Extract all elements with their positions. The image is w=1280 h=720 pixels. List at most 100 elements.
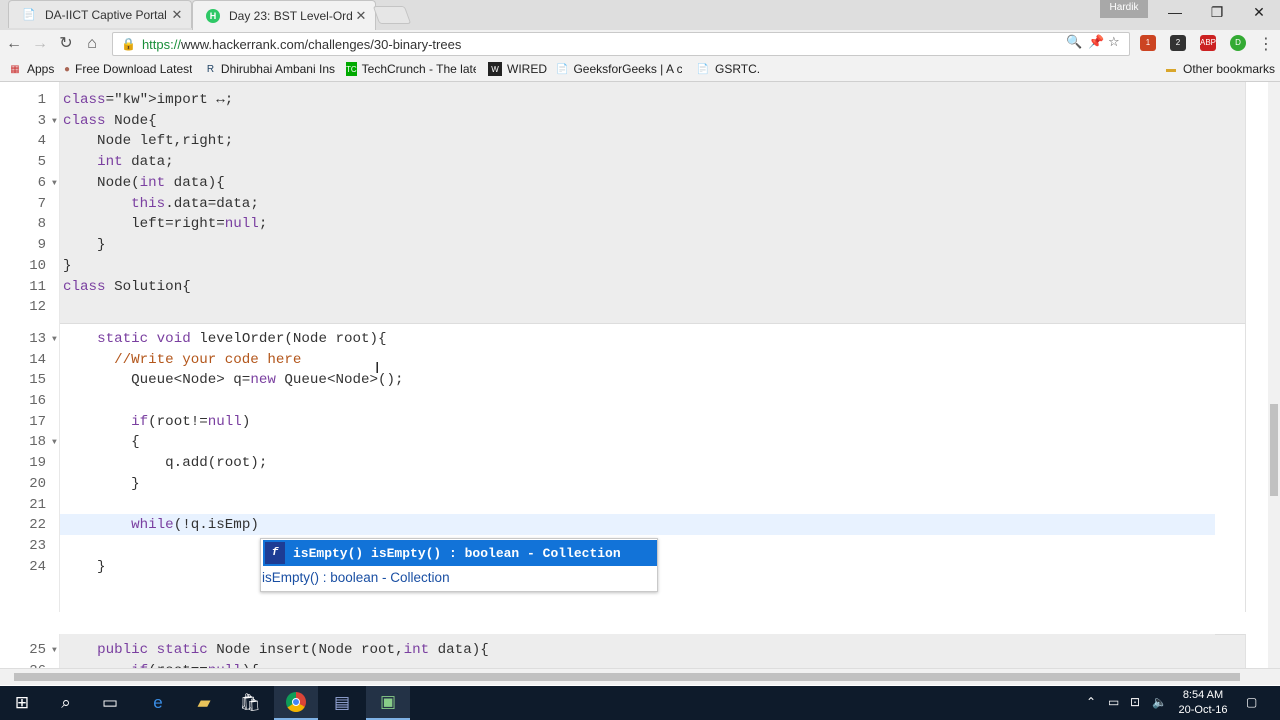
code-text: this.data=data;: [131, 196, 259, 212]
code-line[interactable]: 15 Queue<Node> q=new Queue<Node>();: [0, 370, 1200, 391]
code-line[interactable]: 14 //Write your code here: [0, 350, 1200, 371]
extension-icon[interactable]: 2: [1170, 35, 1186, 51]
reload-icon[interactable]: ↻: [56, 34, 76, 54]
fold-arrow-icon[interactable]: ▼: [52, 329, 57, 350]
fold-arrow-icon[interactable]: ▼: [52, 173, 57, 194]
new-tab-button[interactable]: [372, 6, 412, 24]
store-icon[interactable]: 🛍: [228, 686, 272, 720]
folder-icon: ▬: [1166, 63, 1176, 75]
code-line[interactable]: 4 Node left,right;: [0, 131, 1200, 152]
code-text: q.add(root);: [63, 455, 268, 471]
edge-icon[interactable]: e: [136, 686, 180, 720]
line-number: 5: [37, 154, 46, 170]
tab-captive-portal[interactable]: 📄 DA-IICT Captive Portal ✕: [8, 0, 192, 28]
code-line[interactable]: 13 ▼ static void levelOrder(Node root){: [0, 329, 1200, 350]
wired-icon: W: [488, 62, 502, 76]
bookmark-item[interactable]: TC TechCrunch - The late: [346, 62, 476, 76]
chrome-icon[interactable]: [274, 686, 318, 720]
bookmark-item[interactable]: W WIRED: [488, 62, 547, 76]
fold-arrow-icon[interactable]: ▼: [52, 640, 57, 661]
code-line[interactable]: 3 ▼ class Node{: [0, 111, 1200, 132]
address-bar[interactable]: 🔒 https://www.hackerrank.com/challenges/…: [112, 32, 1130, 56]
vertical-scrollbar[interactable]: [1268, 82, 1280, 668]
network-icon[interactable]: ⊡: [1130, 695, 1140, 709]
code-line[interactable]: 11 class Solution{: [0, 277, 1200, 298]
adblock-icon[interactable]: ABP: [1200, 35, 1216, 51]
code-line[interactable]: 10}: [0, 256, 1200, 277]
close-icon[interactable]: ✕: [353, 8, 369, 24]
fold-arrow-icon[interactable]: ▼: [52, 111, 57, 132]
windows-start-icon[interactable]: ⊞: [0, 686, 44, 720]
tab-bst-level-order[interactable]: H Day 23: BST Level-Order ✕: [192, 0, 376, 30]
code-line[interactable]: 8 left=right=null;: [0, 214, 1200, 235]
autocomplete-popup[interactable]: f isEmpty() isEmpty() : boolean - Collec…: [260, 538, 658, 592]
code-text: class="kw">import ↔;: [63, 92, 234, 108]
page-icon: 📄: [696, 63, 710, 75]
text-cursor-icon: I: [375, 360, 380, 377]
volume-icon[interactable]: 🔈: [1152, 695, 1167, 709]
extension-icon[interactable]: 1: [1140, 35, 1156, 51]
code-line[interactable]: 20 }: [0, 474, 1200, 495]
bookmark-item[interactable]: 📄 GeeksforGeeks | A co: [556, 62, 682, 76]
line-number: 25: [29, 642, 46, 658]
bookmark-item[interactable]: 📄 GSRTC.: [696, 62, 760, 76]
home-icon[interactable]: ⌂: [82, 34, 102, 54]
line-number: 18: [29, 434, 46, 450]
battery-icon[interactable]: ▭: [1108, 695, 1119, 709]
menu-icon[interactable]: ⋮: [1258, 34, 1274, 54]
minimize-icon[interactable]: —: [1160, 4, 1190, 24]
extension-icon[interactable]: D: [1230, 35, 1246, 51]
autocomplete-item[interactable]: f isEmpty() isEmpty() : boolean - Collec…: [263, 540, 657, 566]
bookmark-item[interactable]: ● Free Download Latest: [64, 62, 192, 76]
code-text: }: [63, 258, 72, 274]
profile-button[interactable]: Hardik: [1100, 0, 1148, 18]
code-line[interactable]: 25 ▼ public static Node insert(Node root,…: [0, 640, 1200, 661]
chevron-up-icon[interactable]: ⌃: [1086, 695, 1096, 709]
notepad-icon[interactable]: ▤: [320, 686, 364, 720]
code-line[interactable]: 9 }: [0, 235, 1200, 256]
back-icon[interactable]: ←: [4, 34, 24, 54]
code-line[interactable]: 19 q.add(root);: [0, 453, 1200, 474]
clock[interactable]: 8:54 AM 20-Oct-16: [1172, 688, 1234, 718]
scroll-thumb[interactable]: [1270, 404, 1278, 496]
close-window-icon[interactable]: ✕: [1244, 4, 1274, 24]
task-view-icon[interactable]: ▭: [88, 686, 132, 720]
fold-arrow-icon[interactable]: ▼: [52, 432, 57, 453]
camtasia-icon[interactable]: ▣: [366, 686, 410, 720]
bookmark-other[interactable]: ▬ Other bookmarks: [1164, 62, 1275, 76]
bookmark-item[interactable]: R Dhirubhai Ambani Ins: [205, 62, 335, 76]
code-text: //Write your code here: [63, 352, 302, 368]
tab-title: DA-IICT Captive Portal: [45, 7, 167, 22]
zoom-icon[interactable]: 🔍: [1066, 34, 1082, 50]
code-line[interactable]: 5 int data;: [0, 152, 1200, 173]
forward-icon[interactable]: →: [30, 34, 50, 54]
notification-icon[interactable]: ▢: [1246, 695, 1257, 709]
code-text: }: [63, 237, 106, 253]
bookmark-apps[interactable]: ▦ Apps: [8, 62, 54, 76]
code-line[interactable]: 7 this.data=data;: [0, 194, 1200, 215]
code-line[interactable]: 22 while(!q.isEmp): [0, 515, 1200, 536]
code-line[interactable]: 21: [0, 495, 1200, 516]
horizontal-scrollbar[interactable]: [0, 668, 1280, 685]
line-number: 14: [29, 352, 46, 368]
code-line[interactable]: 1 class="kw">import ↔;: [0, 90, 1200, 111]
browser-toolbar: ← → ↻ ⌂ 🔒 https://www.hackerrank.com/cha…: [0, 30, 1280, 58]
pin-icon[interactable]: 📌: [1088, 34, 1104, 50]
line-number: 9: [37, 237, 46, 253]
autocomplete-description: isEmpty() : boolean - Collection: [262, 570, 450, 585]
page-icon: 📄: [22, 9, 36, 21]
code-line[interactable]: 16: [0, 391, 1200, 412]
search-icon[interactable]: ⌕: [44, 686, 88, 720]
file-explorer-icon[interactable]: ▰: [182, 686, 226, 720]
close-icon[interactable]: ✕: [169, 7, 185, 23]
line-number: 22: [29, 517, 46, 533]
code-line[interactable]: 12: [0, 297, 1200, 318]
code-line[interactable]: 18 ▼ {: [0, 432, 1200, 453]
line-number: 4: [37, 133, 46, 149]
restore-icon[interactable]: ❐: [1202, 4, 1232, 24]
tab-title: Day 23: BST Level-Order: [229, 8, 353, 23]
star-icon[interactable]: ☆: [1108, 34, 1120, 50]
scroll-thumb[interactable]: [14, 673, 1240, 681]
code-line[interactable]: 6 ▼ Node(int data){: [0, 173, 1200, 194]
code-line[interactable]: 17 if(root!=null): [0, 412, 1200, 433]
